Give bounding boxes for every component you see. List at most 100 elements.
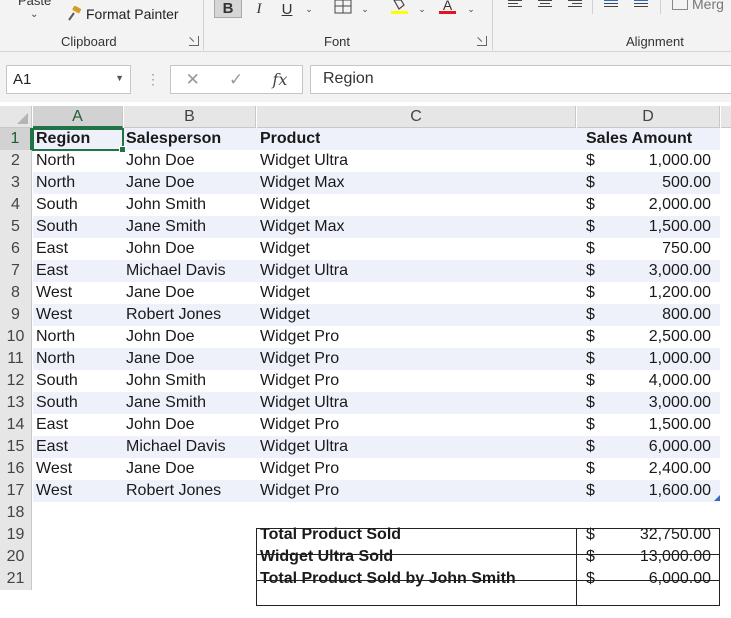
underline-dropdown-chevron-icon[interactable]: ⌄	[304, 0, 314, 18]
cell-region[interactable]: South	[36, 392, 78, 414]
cell-product[interactable]: Widget Pro	[260, 458, 339, 480]
name-box-dropdown-icon[interactable]: ▼	[115, 73, 124, 83]
format-painter-button[interactable]: Format Painter	[66, 4, 179, 24]
cell-product[interactable]: Widget Ultra	[260, 150, 348, 172]
cell-product[interactable]: Widget Ultra	[260, 260, 348, 282]
cell-product[interactable]: Widget Max	[260, 172, 344, 194]
cell-salesperson[interactable]: John Doe	[126, 238, 195, 260]
cell-salesperson[interactable]: John Doe	[126, 414, 195, 436]
row-header-5[interactable]: 5	[0, 216, 32, 238]
cell-sales-amount[interactable]: 1,500.00	[581, 414, 711, 436]
column-header-a[interactable]: A	[33, 106, 123, 128]
cell-salesperson[interactable]: Jane Doe	[126, 348, 195, 370]
cancel-icon[interactable]: ✕	[186, 70, 200, 90]
cell-product[interactable]: Widget	[260, 282, 310, 304]
row-header-14[interactable]: 14	[0, 414, 32, 436]
cell-sales-amount[interactable]: 3,000.00	[581, 392, 711, 414]
cell-region[interactable]: West	[36, 282, 72, 304]
row-header-18[interactable]: 18	[0, 502, 32, 524]
formula-input[interactable]: Region	[310, 65, 731, 94]
cell-sales-amount[interactable]: 2,000.00	[581, 194, 711, 216]
cell-sales-amount[interactable]: 800.00	[581, 304, 711, 326]
cell-salesperson[interactable]: Jane Smith	[126, 216, 206, 238]
cell-salesperson[interactable]: Michael Davis	[126, 436, 226, 458]
increase-indent-icon[interactable]	[634, 0, 648, 10]
cell-sales-amount[interactable]: 750.00	[581, 238, 711, 260]
cell-region[interactable]: South	[36, 370, 78, 392]
cell-region[interactable]: South	[36, 194, 78, 216]
cell-salesperson[interactable]: Jane Smith	[126, 392, 206, 414]
row-header-3[interactable]: 3	[0, 172, 32, 194]
row-header-6[interactable]: 6	[0, 238, 32, 260]
font-dialog-launcher-icon[interactable]	[477, 36, 487, 46]
cell-salesperson[interactable]: Jane Doe	[126, 458, 195, 480]
column-header-b[interactable]: B	[124, 106, 256, 128]
row-header-17[interactable]: 17	[0, 480, 32, 502]
cell-sales-amount[interactable]: 4,000.00	[581, 370, 711, 392]
cell-region[interactable]: South	[36, 216, 78, 238]
formula-bar-grip-icon[interactable]: ⋮	[146, 71, 160, 88]
borders-icon[interactable]	[334, 0, 352, 14]
cell-product[interactable]: Widget Pro	[260, 348, 339, 370]
clipboard-dialog-launcher-icon[interactable]	[189, 36, 199, 46]
cell-region[interactable]: East	[36, 238, 68, 260]
row-header-12[interactable]: 12	[0, 370, 32, 392]
cell-product[interactable]: Widget	[260, 194, 310, 216]
cell-salesperson[interactable]: John Doe	[126, 150, 195, 172]
row-header-11[interactable]: 11	[0, 348, 32, 370]
active-cell-a1[interactable]	[32, 128, 126, 153]
cell-salesperson[interactable]: Michael Davis	[126, 260, 226, 282]
cell-region[interactable]: East	[36, 260, 68, 282]
cell-region[interactable]: West	[36, 458, 72, 480]
cell-region[interactable]: North	[36, 348, 75, 370]
header-sales-amount[interactable]: Sales Amount	[586, 128, 692, 150]
cell-region[interactable]: North	[36, 172, 75, 194]
merge-center-button[interactable]: Merg	[672, 0, 724, 12]
row-header-4[interactable]: 4	[0, 194, 32, 216]
row-header-13[interactable]: 13	[0, 392, 32, 414]
name-box[interactable]: A1 ▼	[6, 65, 131, 94]
cell-sales-amount[interactable]: 1,000.00	[581, 348, 711, 370]
cell-sales-amount[interactable]: 6,000.00	[581, 436, 711, 458]
enter-check-icon[interactable]: ✓	[229, 70, 243, 90]
cell-sales-amount[interactable]: 3,000.00	[581, 260, 711, 282]
cell-product[interactable]: Widget	[260, 304, 310, 326]
row-header-20[interactable]: 20	[0, 546, 32, 568]
cell-salesperson[interactable]: Robert Jones	[126, 304, 221, 326]
row-header-2[interactable]: 2	[0, 150, 32, 172]
cell-product[interactable]: Widget	[260, 238, 310, 260]
cell-product[interactable]: Widget Pro	[260, 480, 339, 502]
cell-product[interactable]: Widget Pro	[260, 414, 339, 436]
cell-sales-amount[interactable]: 1,000.00	[581, 150, 711, 172]
cell-sales-amount[interactable]: 1,200.00	[581, 282, 711, 304]
font-color-dropdown-chevron-icon[interactable]: ⌄	[466, 0, 476, 18]
quick-analysis-icon[interactable]	[712, 494, 720, 501]
italic-button[interactable]: I	[252, 0, 266, 18]
underline-button[interactable]: U	[280, 0, 294, 18]
align-center-icon[interactable]	[538, 0, 552, 10]
row-header-7[interactable]: 7	[0, 260, 32, 282]
cell-sales-amount[interactable]: 1,600.00	[581, 480, 711, 502]
decrease-indent-icon[interactable]	[604, 0, 618, 10]
cell-region[interactable]: West	[36, 304, 72, 326]
header-salesperson[interactable]: Salesperson	[126, 128, 221, 150]
row-header-21[interactable]: 21	[0, 568, 32, 590]
align-left-icon[interactable]	[508, 0, 522, 10]
cell-product[interactable]: Widget Max	[260, 216, 344, 238]
row-header-1[interactable]: 1	[0, 128, 32, 150]
cell-salesperson[interactable]: John Smith	[126, 194, 206, 216]
cell-salesperson[interactable]: John Doe	[126, 326, 195, 348]
row-header-19[interactable]: 19	[0, 524, 32, 546]
paste-dropdown-chevron-icon[interactable]: ⌄	[30, 9, 38, 20]
cell-region[interactable]: East	[36, 436, 68, 458]
column-header-c[interactable]: C	[257, 106, 576, 128]
cell-salesperson[interactable]: Jane Doe	[126, 172, 195, 194]
cell-product[interactable]: Widget Ultra	[260, 392, 348, 414]
cell-region[interactable]: East	[36, 414, 68, 436]
cell-region[interactable]: North	[36, 150, 75, 172]
cell-sales-amount[interactable]: 500.00	[581, 172, 711, 194]
bold-button[interactable]: B	[214, 0, 242, 18]
column-header-e-partial[interactable]	[721, 106, 731, 128]
font-color-button[interactable]: A	[439, 0, 456, 13]
row-header-10[interactable]: 10	[0, 326, 32, 348]
